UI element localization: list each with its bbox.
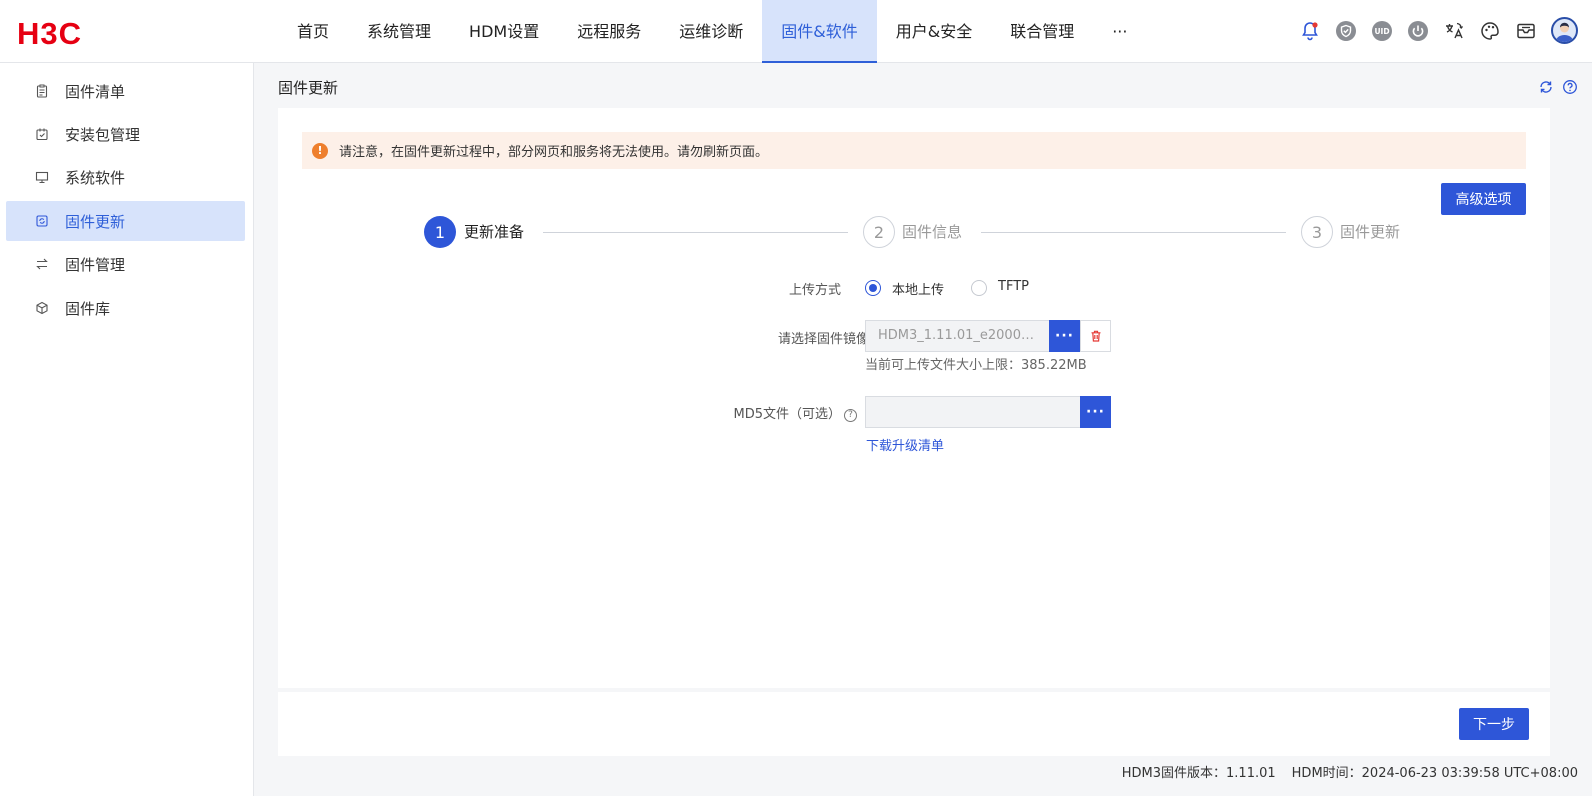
monitor-icon <box>35 170 49 184</box>
palette-icon[interactable] <box>1479 20 1501 42</box>
step-connector <box>543 232 848 233</box>
mail-icon[interactable] <box>1515 20 1537 42</box>
nav-remote-service[interactable]: 远程服务 <box>558 0 660 63</box>
step-3-circle: 3 <box>1301 216 1333 248</box>
package-icon <box>35 127 49 141</box>
refresh-icon[interactable] <box>1538 79 1554 95</box>
uid-icon-text: UID <box>1374 27 1389 36</box>
main-nav: 首页 系统管理 HDM设置 远程服务 运维诊断 固件&软件 用户&安全 联合管理… <box>278 0 1146 63</box>
firmware-version-text: HDM3固件版本：1.11.01 <box>1121 766 1276 781</box>
step-2-label: 固件信息 <box>902 223 963 241</box>
status-bar: HDM3固件版本：1.11.01 HDM时间：2024-06-23 03:39:5… <box>1122 762 1578 781</box>
sidebar-item-firmware-library[interactable]: 固件库 <box>6 288 245 328</box>
upload-mode-label: 上传方式 <box>788 283 841 298</box>
nav-system-management[interactable]: 系统管理 <box>348 0 450 63</box>
alert-text: 请注意，在固件更新过程中，部分网页和服务将无法使用。请勿刷新页面。 <box>339 145 769 160</box>
hdm-time-text: HDM时间：2024-06-23 03:39:58 UTC+08:00 <box>1291 766 1578 781</box>
nav-firmware-software[interactable]: 固件&软件 <box>762 0 877 63</box>
swap-icon <box>35 257 49 271</box>
sidebar-item-label: 固件库 <box>65 299 111 318</box>
content-panel: ! 请注意，在固件更新过程中，部分网页和服务将无法使用。请勿刷新页面。 高级选项… <box>278 108 1550 688</box>
advanced-options-button[interactable]: 高级选项 <box>1441 183 1526 215</box>
power-icon[interactable] <box>1407 20 1429 42</box>
page-title: 固件更新 <box>278 79 339 97</box>
sidebar-item-label: 固件管理 <box>65 255 126 274</box>
bell-icon[interactable] <box>1299 20 1321 42</box>
file-size-hint: 当前可上传文件大小上限：385.22MB <box>865 358 1087 373</box>
nav-home[interactable]: 首页 <box>278 0 348 63</box>
md5-label: MD5文件（可选）? <box>678 403 857 422</box>
sidebar-item-package-management[interactable]: 安装包管理 <box>6 114 245 154</box>
sidebar-item-label: 安装包管理 <box>65 125 141 144</box>
warning-alert: ! 请注意，在固件更新过程中，部分网页和服务将无法使用。请勿刷新页面。 <box>302 132 1526 169</box>
firmware-image-label: 请选择固件镜像 <box>777 332 869 347</box>
nav-hdm-settings[interactable]: HDM设置 <box>450 0 558 63</box>
sidebar-item-system-software[interactable]: 系统软件 <box>6 157 245 197</box>
radio-local-upload-label[interactable]: 本地上传 <box>892 279 944 298</box>
nav-diagnostics[interactable]: 运维诊断 <box>660 0 762 63</box>
step-3-label: 固件更新 <box>1340 223 1401 241</box>
firmware-image-field[interactable]: HDM3_1.11.01_e2000_... <box>865 320 1050 352</box>
radio-tftp-label[interactable]: TFTP <box>998 279 1029 294</box>
sidebar-item-firmware-update[interactable]: 固件更新 <box>6 201 245 241</box>
sidebar: 固件清单 安装包管理 系统软件 固件更新 固件管理 固件库 <box>0 63 254 796</box>
help-icon[interactable] <box>1562 79 1578 95</box>
step-1-circle: 1 <box>424 216 456 248</box>
action-footer: 下一步 <box>278 692 1550 756</box>
step-2-circle: 2 <box>863 216 895 248</box>
radio-tftp[interactable] <box>971 280 987 296</box>
clipboard-icon <box>35 84 49 98</box>
download-upgrade-list-link[interactable]: 下载升级清单 <box>866 435 944 454</box>
sidebar-item-label: 固件更新 <box>65 212 126 231</box>
sidebar-item-label: 系统软件 <box>65 168 126 187</box>
nav-user-security[interactable]: 用户&安全 <box>877 0 991 63</box>
language-icon[interactable] <box>1443 20 1465 42</box>
next-step-button[interactable]: 下一步 <box>1459 708 1529 740</box>
md5-file-field[interactable] <box>865 396 1081 428</box>
user-avatar-icon[interactable] <box>1551 17 1578 44</box>
sidebar-item-label: 固件清单 <box>65 82 126 101</box>
chip-refresh-icon <box>35 214 49 228</box>
browse-image-button[interactable]: ··· <box>1049 320 1080 352</box>
sidebar-item-firmware-inventory[interactable]: 固件清单 <box>6 71 245 111</box>
md5-label-text: MD5文件（可选） <box>733 407 842 422</box>
nav-federation[interactable]: 联合管理 <box>991 0 1093 63</box>
nav-more[interactable]: ··· <box>1093 0 1146 63</box>
cube-icon <box>35 301 49 315</box>
help-icon[interactable]: ? <box>844 408 857 422</box>
radio-local-upload[interactable] <box>865 280 881 296</box>
browse-md5-button[interactable]: ··· <box>1080 396 1111 428</box>
header-icons: UID <box>1299 17 1578 44</box>
warning-icon: ! <box>312 142 328 159</box>
step-connector <box>981 232 1286 233</box>
top-header: H3C 首页 系统管理 HDM设置 远程服务 运维诊断 固件&软件 用户&安全 … <box>0 0 1592 63</box>
delete-image-button[interactable] <box>1080 320 1111 352</box>
sidebar-item-firmware-management[interactable]: 固件管理 <box>6 244 245 284</box>
uid-icon[interactable]: UID <box>1371 20 1393 42</box>
step-1-label: 更新准备 <box>464 223 525 241</box>
trash-icon <box>1091 330 1100 342</box>
title-icons <box>1538 79 1578 95</box>
brand-logo[interactable]: H3C <box>17 18 82 49</box>
shield-icon[interactable] <box>1335 20 1357 42</box>
